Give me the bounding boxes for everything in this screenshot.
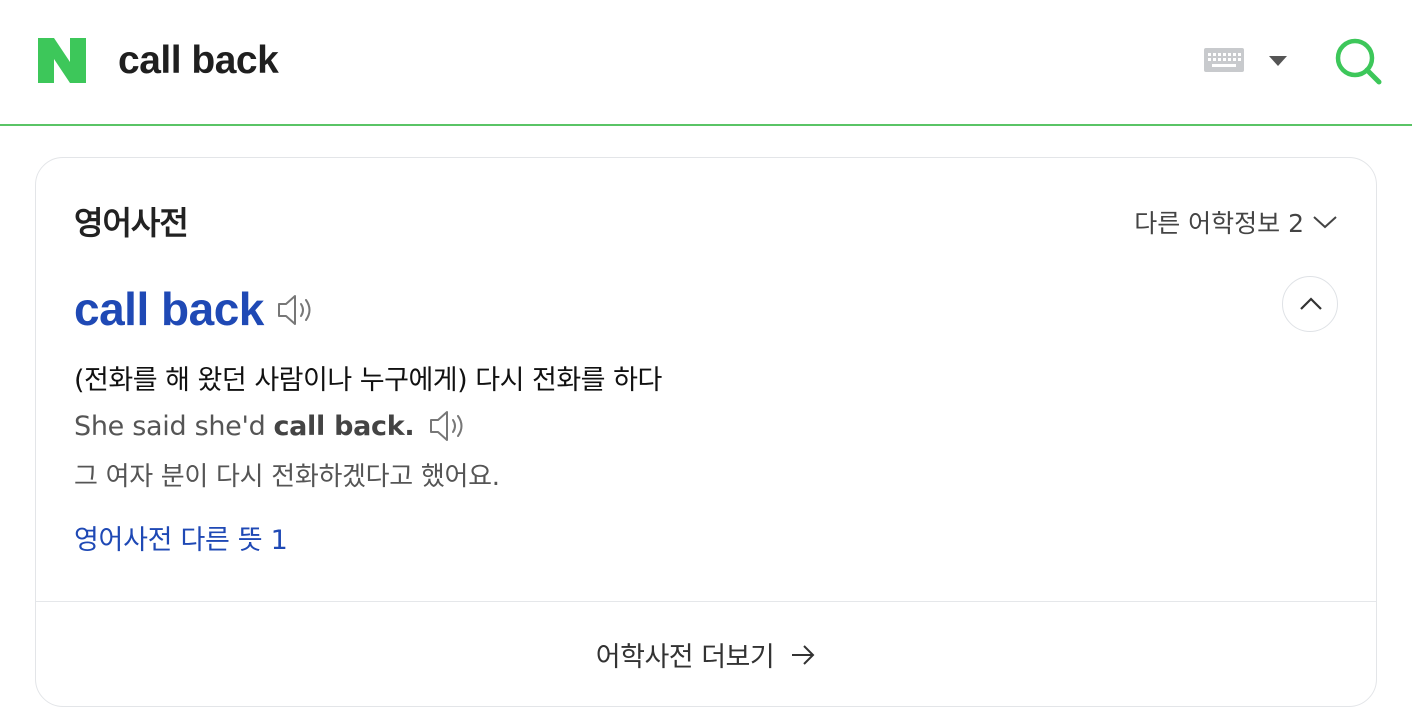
card-title: 영어사전 — [74, 204, 189, 242]
entry-word-link[interactable]: call back — [74, 282, 264, 336]
search-input[interactable] — [118, 38, 1118, 84]
speaker-icon[interactable] — [428, 409, 466, 443]
example-sentence-en: She said she'd call back. — [74, 409, 466, 443]
speaker-icon[interactable] — [276, 292, 314, 328]
search-icon[interactable] — [1334, 37, 1382, 85]
dropdown-caret-icon[interactable] — [1268, 55, 1288, 67]
chevron-down-icon — [1313, 216, 1337, 229]
more-dictionary-label: 어학사전 더보기 — [595, 642, 775, 673]
naver-logo-icon[interactable] — [38, 38, 86, 83]
other-info-label: 다른 어학정보 2 — [1134, 209, 1304, 238]
other-info-dropdown[interactable]: 다른 어학정보 2 — [1134, 204, 1338, 240]
arrow-right-icon — [792, 644, 815, 665]
more-dictionary-link[interactable]: 어학사전 더보기 — [36, 602, 1376, 707]
entry-meaning: (전화를 해 왔던 사람이나 누구에게) 다시 전화를 하다 — [74, 365, 662, 396]
keyboard-icon[interactable] — [1204, 48, 1244, 72]
dictionary-card: 영어사전 다른 어학정보 2 call back (전화를 해 왔던 사람이나 … — [35, 157, 1377, 707]
example-en-highlight: call back. — [273, 410, 415, 442]
chevron-up-icon — [1300, 297, 1322, 310]
collapse-button[interactable] — [1282, 276, 1338, 332]
example-sentence-ko: 그 여자 분이 다시 전화하겠다고 했어요. — [74, 462, 500, 492]
example-en-text: She said she'd — [74, 410, 266, 442]
search-header — [0, 0, 1412, 126]
other-meaning-link[interactable]: 영어사전 다른 뜻 1 — [74, 518, 288, 557]
